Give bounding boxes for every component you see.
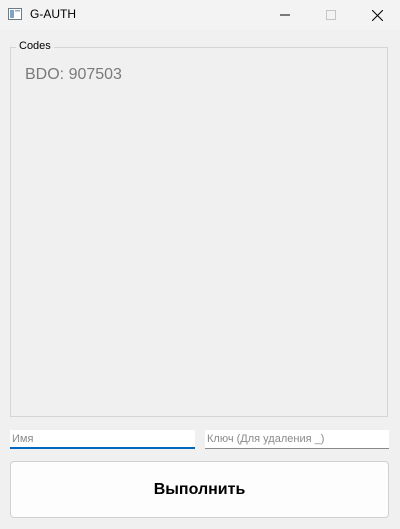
- minimize-button[interactable]: [262, 0, 308, 30]
- key-input[interactable]: [205, 430, 389, 449]
- minimize-icon: [280, 14, 290, 16]
- name-input[interactable]: [10, 430, 195, 449]
- close-icon: [371, 9, 383, 21]
- code-item[interactable]: BDO: 907503: [25, 66, 122, 84]
- codes-list[interactable]: BDO: 907503: [12, 56, 386, 415]
- title-bar: G-AUTH: [0, 0, 400, 30]
- maximize-button[interactable]: [308, 0, 354, 30]
- codes-group-title: Codes: [16, 40, 54, 52]
- app-icon: [8, 8, 22, 20]
- close-button[interactable]: [354, 0, 400, 30]
- window-title: G-AUTH: [30, 7, 76, 21]
- run-button[interactable]: Выполнить: [10, 461, 389, 518]
- maximize-icon: [326, 10, 336, 20]
